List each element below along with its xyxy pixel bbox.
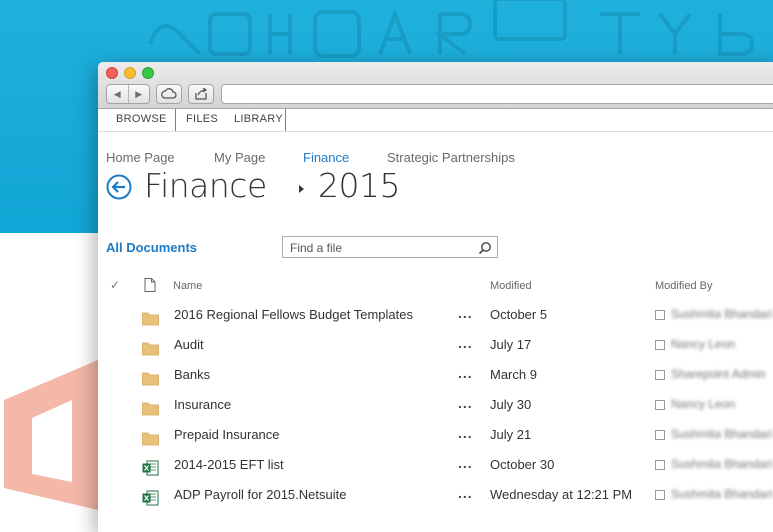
- find-file-box[interactable]: [282, 236, 498, 258]
- document-type-icon: [144, 278, 156, 292]
- row-modified: Wednesday at 12:21 PM: [490, 487, 633, 502]
- row-checkbox[interactable]: [655, 400, 665, 410]
- row-name[interactable]: 2016 Regional Fellows Budget Templates: [174, 307, 413, 322]
- folder-icon: [142, 372, 159, 386]
- more-actions-icon[interactable]: ...: [458, 425, 473, 441]
- table-row[interactable]: 2016 Regional Fellows Budget Templates..…: [98, 305, 773, 335]
- table-row[interactable]: Prepaid Insurance... July 21 Sushmita Bhan…: [98, 425, 773, 455]
- breadcrumb-my-page[interactable]: My Page: [214, 150, 265, 165]
- row-checkbox[interactable]: [655, 310, 665, 320]
- site-title[interactable]: Finance: [144, 166, 267, 205]
- tab-divider: [175, 109, 176, 131]
- zoom-window-button[interactable]: [142, 67, 154, 79]
- row-modified-by[interactable]: Sushmita Bhandari: [671, 487, 772, 501]
- column-header-name[interactable]: Name: [173, 280, 202, 292]
- office-logo-icon: [4, 360, 98, 510]
- row-name[interactable]: 2014-2015 EFT list: [174, 457, 284, 472]
- row-modified: July 21: [490, 427, 532, 442]
- excel-file-icon: [142, 460, 159, 476]
- row-modified: March 9: [490, 367, 537, 382]
- row-name[interactable]: Banks: [174, 367, 210, 382]
- close-window-button[interactable]: [106, 67, 118, 79]
- view-all-documents[interactable]: All Documents: [106, 240, 197, 255]
- tab-browse[interactable]: BROWSE: [116, 109, 167, 131]
- breadcrumb-strategic-partnerships[interactable]: Strategic Partnerships: [387, 150, 515, 165]
- row-name[interactable]: Prepaid Insurance: [174, 427, 280, 442]
- select-all-checkmark-icon[interactable]: ✓: [110, 278, 120, 292]
- table-row[interactable]: 2014-2015 EFT list... October 30 Sushmita …: [98, 455, 773, 485]
- more-actions-icon[interactable]: ...: [458, 365, 473, 381]
- more-actions-icon[interactable]: ...: [458, 395, 473, 411]
- ribbon-tabs: BROWSE FILES LIBRARY: [98, 109, 773, 132]
- column-header-modified[interactable]: Modified: [490, 280, 532, 292]
- row-checkbox[interactable]: [655, 430, 665, 440]
- back-circle-arrow-icon[interactable]: [106, 174, 132, 200]
- tab-files[interactable]: FILES: [186, 109, 218, 131]
- row-modified-by[interactable]: Sushmita Bhandari: [671, 457, 772, 471]
- row-modified-by[interactable]: Sharepoint Admin: [671, 367, 766, 381]
- row-modified-by[interactable]: Sushmita Bhandari: [671, 307, 772, 321]
- row-name[interactable]: ADP Payroll for 2015.Netsuite: [174, 487, 346, 502]
- folder-icon: [142, 342, 159, 356]
- folder-icon: [142, 402, 159, 416]
- search-icon[interactable]: [478, 241, 492, 255]
- share-icon: [195, 88, 208, 100]
- more-actions-icon[interactable]: ...: [458, 335, 473, 351]
- table-row[interactable]: Insurance... July 30 Nancy Leon: [98, 395, 773, 425]
- find-file-input[interactable]: [288, 240, 472, 256]
- more-actions-icon[interactable]: ...: [458, 305, 473, 321]
- row-modified-by[interactable]: Sushmita Bhandari: [671, 427, 772, 441]
- breadcrumb-home-page[interactable]: Home Page: [106, 150, 175, 165]
- window-toolbar: ◀ ▶: [98, 62, 773, 109]
- row-modified: October 30: [490, 457, 555, 472]
- row-name[interactable]: Audit: [174, 337, 204, 352]
- cloud-icon: [161, 88, 177, 99]
- nav-buttons: ◀ ▶: [106, 84, 150, 104]
- row-checkbox[interactable]: [655, 370, 665, 380]
- more-actions-icon[interactable]: ...: [458, 455, 473, 471]
- row-modified-by[interactable]: Nancy Leon: [671, 397, 735, 411]
- address-bar[interactable]: [221, 84, 773, 104]
- breadcrumb-finance[interactable]: Finance: [303, 150, 349, 165]
- row-name[interactable]: Insurance: [174, 397, 231, 412]
- folder-icon: [142, 312, 159, 326]
- row-modified: July 17: [490, 337, 532, 352]
- browser-window: ◀ ▶ BROWSE FILES LIBRARY Home Page My Pa…: [98, 62, 773, 532]
- forward-arrow-icon[interactable]: ▶: [127, 85, 150, 103]
- tab-divider: [285, 109, 286, 131]
- excel-file-icon: [142, 490, 159, 506]
- more-actions-icon[interactable]: ...: [458, 485, 473, 501]
- column-header-modified-by[interactable]: Modified By: [655, 280, 712, 292]
- folder-icon: [142, 432, 159, 446]
- tab-library[interactable]: LIBRARY: [234, 109, 283, 131]
- row-modified: July 30: [490, 397, 532, 412]
- share-button[interactable]: [188, 84, 214, 104]
- back-arrow-icon[interactable]: ◀: [107, 85, 128, 103]
- minimize-window-button[interactable]: [124, 67, 136, 79]
- row-checkbox[interactable]: [655, 340, 665, 350]
- row-modified: October 5: [490, 307, 548, 322]
- table-row[interactable]: Audit... July 17 Nancy Leon: [98, 335, 773, 365]
- row-checkbox[interactable]: [655, 490, 665, 500]
- table-row[interactable]: Banks... March 9 Sharepoint Admin: [98, 365, 773, 395]
- row-modified-by[interactable]: Nancy Leon: [671, 337, 735, 351]
- table-row[interactable]: ADP Payroll for 2015.Netsuite... Wednesda…: [98, 485, 773, 515]
- folder-title: 2015: [318, 166, 400, 205]
- icloud-tabs-button[interactable]: [156, 84, 182, 104]
- row-checkbox[interactable]: [655, 460, 665, 470]
- title-separator-arrow-icon: [299, 185, 304, 193]
- window-controls: [106, 67, 154, 79]
